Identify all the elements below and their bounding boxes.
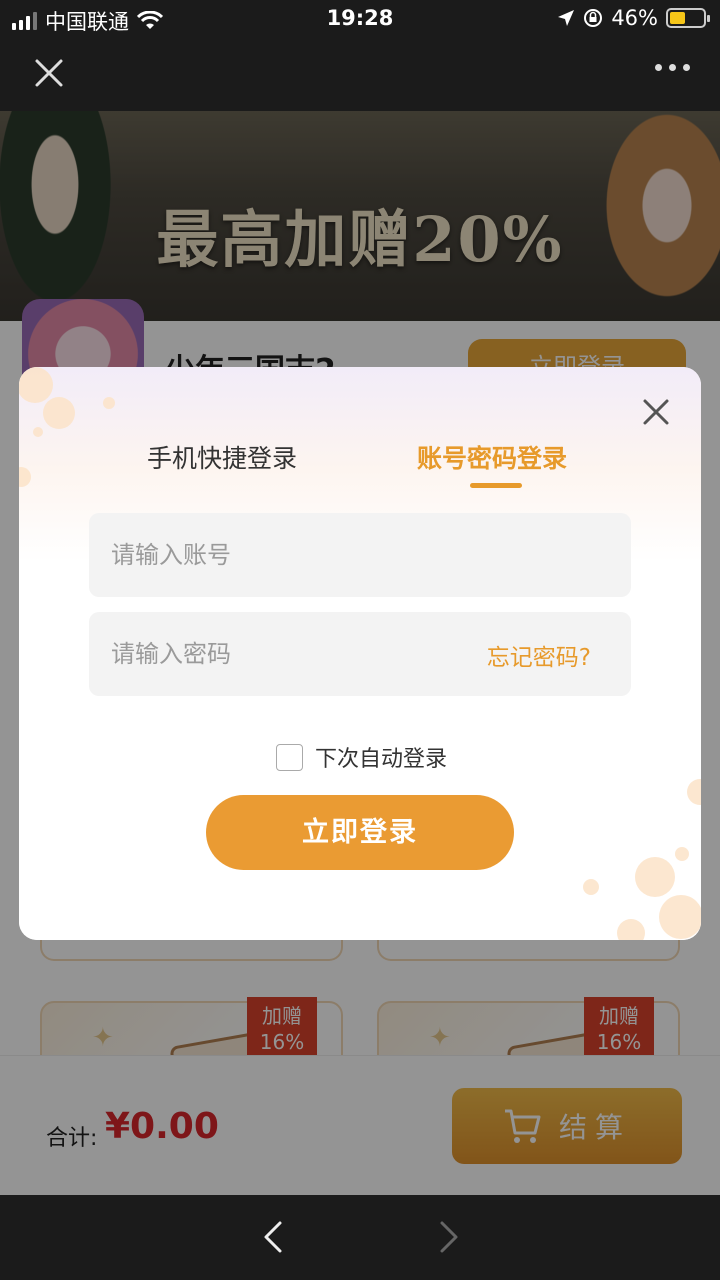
close-icon[interactable] <box>30 54 68 92</box>
location-arrow-icon <box>558 10 575 26</box>
auto-login-label: 下次自动登录 <box>315 747 448 772</box>
decor-bubble <box>43 397 75 429</box>
login-submit-button[interactable]: 立即登录 <box>206 795 514 870</box>
more-options-icon[interactable] <box>655 64 690 71</box>
battery-percent: 46% <box>611 6 658 30</box>
account-field-wrapper <box>89 513 631 597</box>
decor-bubble <box>617 919 645 940</box>
tab-account-login[interactable]: 账号密码登录 <box>417 439 567 475</box>
back-arrow-icon[interactable] <box>258 1219 288 1255</box>
decor-bubble <box>33 427 43 437</box>
decor-bubble <box>659 895 701 939</box>
forgot-password-link[interactable]: 忘记密码? <box>487 638 591 672</box>
account-input[interactable] <box>89 513 631 597</box>
decor-bubble <box>583 879 599 895</box>
top-nav-bar <box>0 36 720 111</box>
decor-bubble <box>675 847 689 861</box>
browser-toolbar <box>0 1195 720 1280</box>
status-bar: 中国联通 19:28 46% <box>0 0 720 36</box>
decor-bubble <box>103 397 115 409</box>
decor-bubble <box>635 857 675 897</box>
status-right: 46% <box>557 6 710 30</box>
password-field-wrapper: 忘记密码? <box>89 612 631 696</box>
tab-phone-login[interactable]: 手机快捷登录 <box>147 439 297 475</box>
app-screen: 中国联通 19:28 46% 最高加赠20% ✦ 加赠 16% ✦ 加赠 16%… <box>0 0 720 1280</box>
rotation-lock-icon <box>584 9 603 27</box>
close-icon[interactable] <box>641 397 671 427</box>
active-tab-indicator <box>470 483 522 488</box>
auto-login-option[interactable]: 下次自动登录 <box>276 741 447 773</box>
forward-arrow-icon[interactable] <box>434 1219 464 1255</box>
auto-login-checkbox[interactable] <box>276 743 303 771</box>
battery-icon <box>666 8 710 28</box>
login-modal: 手机快捷登录 账号密码登录 忘记密码? 下次自动登录 立即登录 <box>19 367 701 940</box>
